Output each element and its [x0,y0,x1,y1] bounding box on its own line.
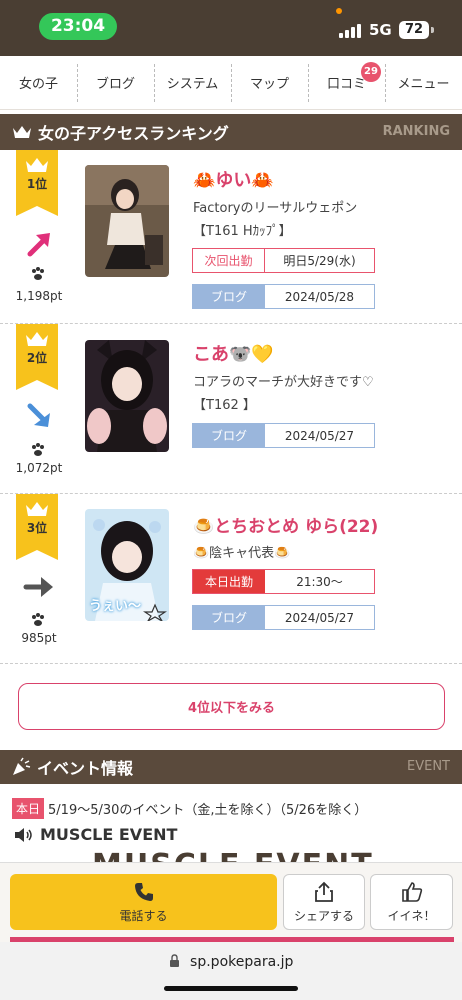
signal-icon [339,22,363,38]
battery-icon: 72 [399,21,429,39]
points: 1,072pt [15,461,63,475]
privacy-indicator [336,8,342,14]
rank-badge: 2位 [16,324,58,390]
points: 1,198pt [15,289,63,303]
url-value: sp.pokepara.jp [190,954,294,970]
share-button[interactable]: シェアする [283,874,365,930]
share-label: シェアする [293,908,354,923]
event-period: 本日 5/19〜5/30のイベント（金,土を除く）（5/26を除く） [12,798,367,819]
next-shift-field: 次回出勤 明日5/29(水) [192,248,375,273]
call-button[interactable]: 電話する [10,874,277,930]
bottom-action-bar: 電話する シェアする イイネ！ [0,862,462,942]
next-shift-value: 明日5/29(水) [283,254,356,268]
girl-name[interactable]: 🦀ゆい🦀 [193,166,274,192]
rank-label: 2位 [26,351,48,365]
today-tag: 本日 [12,798,45,819]
browser-url-bar[interactable]: sp.pokepara.jp [0,942,462,1000]
girl-name[interactable]: 🍮とちおとめ ゆら(22) [193,512,378,537]
trend-down-icon [27,403,50,427]
girl-catchphrase: 🍮陰キャ代表🍮 [193,546,291,561]
girl-catchphrase: Factoryのリーサルウェポン [193,201,358,216]
rank-badge: 3位 [16,494,58,560]
ranking-title: 女の子アクセスランキング [38,124,229,143]
home-indicator[interactable] [164,986,298,991]
event-title-en: EVENT [407,759,450,774]
event-name[interactable]: MUSCLE EVENT [14,825,177,844]
photo-caption: うぇい〜 [89,599,142,614]
paw-icon [32,267,44,280]
nav-blog[interactable]: ブログ [77,56,154,109]
event-period-text: 5/19〜5/30のイベント（金,土を除く）（5/26を除く） [48,803,368,818]
crown-icon [26,502,48,516]
girl-spec: 【T162 】 [193,398,256,413]
rank-label: 3位 [26,521,48,535]
lock-icon [169,954,179,967]
party-popper-icon [13,757,31,775]
ranking-entry-3[interactable]: 3位 985pt うぇい〜 🍮とちおとめ ゆら(22) 🍮陰キャ代表🍮 本日出勤… [0,494,462,664]
call-label: 電話する [119,908,168,923]
thumbs-up-icon [401,881,422,902]
rank-label: 1位 [26,177,48,191]
blog-label: ブログ [193,424,265,447]
screen: 23:04 5G 72 女の子 ブログ システム マップ 口コミ 29 メニュー… [0,0,462,1000]
paw-icon [32,443,44,456]
event-header: イベント情報 EVENT [0,750,462,784]
ranking-header: 女の子アクセスランキング RANKING [0,114,462,150]
blog-label: ブログ [193,606,265,629]
blog-link[interactable]: ブログ 2024/05/27 [192,423,375,448]
nav-reviews[interactable]: 口コミ 29 [308,56,385,109]
url-text[interactable]: sp.pokepara.jp [0,954,462,970]
rank-badge: 1位 [16,150,58,216]
paw-icon [32,613,44,626]
girl-photo[interactable] [85,340,169,452]
speaker-icon [15,827,32,842]
blog-label: ブログ [193,285,265,308]
today-shift-field: 本日出勤 21:30〜 [192,569,375,594]
nav-reviews-label: 口コミ [326,77,366,92]
like-label: イイネ！ [387,908,436,923]
girl-spec: 【T161 Hｶｯﾌﾟ】 [193,224,292,239]
status-bar: 23:04 5G 72 [0,0,462,56]
event-title: イベント情報 [37,759,134,778]
see-more-ranking-button[interactable]: 4位以下をみる [18,683,445,730]
ranking-entry-1[interactable]: 1位 1,198pt 🦀ゆい🦀 Factoryのリーサルウェポン 【T161 H… [0,150,462,324]
nav-girls[interactable]: 女の子 [0,56,77,109]
ranking-title-en: RANKING [382,124,450,139]
nav-system[interactable]: システム [154,56,231,109]
event-name-text: MUSCLE EVENT [40,825,178,844]
trend-flat-icon [23,577,53,597]
today-shift-value: 21:30〜 [296,575,343,589]
next-shift-label: 次回出勤 [193,249,265,272]
points: 985pt [21,631,57,645]
network-type: 5G [369,21,392,39]
girl-photo[interactable]: うぇい〜 [85,509,169,621]
ranking-entry-2[interactable]: 2位 1,072pt こあ🐨💛 コアラのマーチが大好きです♡ 【T162 】 ブ… [0,324,462,494]
girl-name[interactable]: こあ🐨💛 [193,340,274,366]
today-shift-label: 本日出勤 [193,570,265,593]
share-icon [315,881,333,902]
like-button[interactable]: イイネ！ [370,874,453,930]
phone-icon [134,882,153,901]
trend-up-icon [27,233,50,257]
blog-link[interactable]: ブログ 2024/05/27 [192,605,375,630]
crown-icon [13,126,31,138]
reviews-count-badge: 29 [361,62,381,82]
battery-tip [431,27,434,33]
nav-menu[interactable]: メニュー [385,56,462,109]
blog-date: 2024/05/28 [284,289,355,304]
crown-icon [26,332,48,346]
blog-date: 2024/05/27 [284,428,355,443]
nav-map[interactable]: マップ [231,56,308,109]
blog-link[interactable]: ブログ 2024/05/28 [192,284,375,309]
crown-icon [26,158,48,172]
girl-photo[interactable] [85,165,169,277]
girl-catchphrase: コアラのマーチが大好きです♡ [193,375,374,390]
top-nav: 女の子 ブログ システム マップ 口コミ 29 メニュー [0,56,462,110]
status-time[interactable]: 23:04 [39,13,117,40]
blog-date: 2024/05/27 [284,610,355,625]
